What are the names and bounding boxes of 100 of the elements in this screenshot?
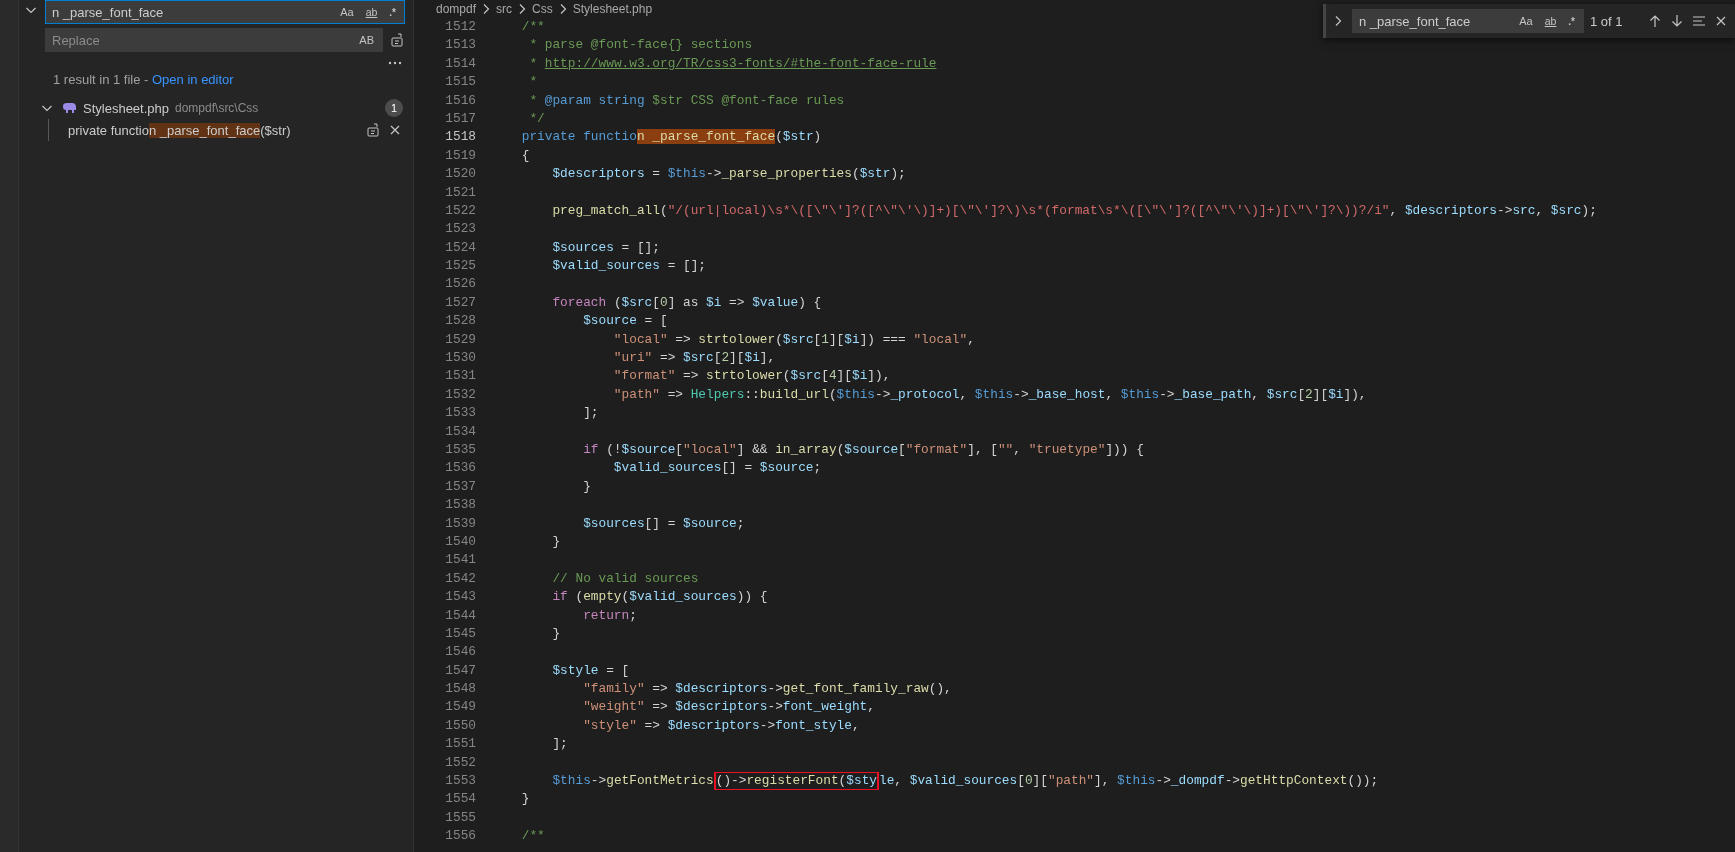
line-number: 1544 [444,606,476,625]
breadcrumb-item[interactable]: Css [532,2,553,16]
code-line: { [520,146,530,165]
line-number: 1523 [444,220,476,239]
code-line: */ [528,109,545,128]
code-line: ]; [551,735,568,754]
breadcrumb-item[interactable]: Stylesheet.php [572,2,653,16]
line-number: 1518 [444,128,476,147]
line-number: 1529 [444,330,476,349]
line-number: 1522 [444,201,476,220]
line-number: 1533 [444,404,476,423]
line-number: 1521 [444,183,476,202]
code-line: $valid_sources[] = $source; [612,459,822,478]
code-line: if (empty($valid_sources)) { [551,588,768,607]
code-line: } [551,624,561,643]
line-number: 1553 [444,772,476,790]
code-line: } [582,477,591,496]
code-line: $sources[] = $source; [582,514,745,533]
code-line: $descriptors = $this->_parse_properties($str); [551,165,906,184]
code-line: /** [520,827,545,846]
search-result-text[interactable]: private function _parse_font_face($str) [68,122,359,138]
line-number: 1541 [444,551,476,570]
search-option-toggle[interactable]: AB [355,32,378,48]
line-number: 1535 [444,441,476,459]
line-number: 1543 [444,588,476,607]
line-number: 1519 [444,146,476,165]
line-number: 1515 [444,73,476,92]
lines-icon[interactable] [1690,13,1707,29]
line-number: 1545 [444,624,476,643]
search-option-toggle[interactable]: Aa [336,4,358,20]
code-line: foreach ($src[0] as $i => $value) { [551,293,822,312]
results-summary: 1 result in 1 file - [53,72,150,87]
match-count: 1 of 1 [1590,13,1623,29]
line-number: 1556 [444,827,476,846]
line-number: 1531 [444,367,476,386]
code-line: * http://www.w3.org/TR/css3-fonts/#the-font-face-rule [528,54,937,73]
line-number: 1536 [444,459,476,478]
breadcrumb-item[interactable]: dompdf [436,2,477,16]
line-number: 1525 [444,257,476,276]
breadcrumb-item[interactable]: src [496,2,513,16]
line-number: 1534 [444,422,476,441]
line-number: 1554 [444,790,476,809]
line-number: 1540 [444,532,476,551]
code-line: $valid_sources = []; [551,257,707,276]
code-line: "family" => $descriptors->get_font_family_raw(), [582,680,952,699]
search-option-toggle[interactable]: ab [361,4,382,20]
code-line: private function _parse_font_face($str) [520,128,822,147]
code-line: return; [582,606,637,625]
search-option-toggle[interactable]: .* [385,4,400,20]
code-line: $sources = []; [551,238,660,257]
search-field[interactable]: n _parse_font_face Aa ab .* [45,0,405,24]
code-line: $source = [ [582,312,668,331]
line-number: 1532 [444,385,476,404]
search-option-toggle[interactable]: Aa [1515,13,1537,29]
replace-icon[interactable] [365,122,381,138]
code-line: "local" => strtolower($src[1][$i]) === "local", [612,330,975,349]
line-number: 1548 [444,680,476,699]
line-number: 1530 [444,349,476,368]
code-line: * parse @font-face{} sections [528,36,753,55]
search-option-toggle[interactable]: .* [1564,13,1579,29]
search-option-toggle[interactable]: ab [1540,13,1561,29]
line-number: 1537 [444,477,476,496]
line-number: 1538 [444,496,476,515]
file-path: dompdf\src\Css [175,101,259,115]
code-text: $this->getFontMetrics [551,772,714,790]
code-line: if (!$source["local"] && in_array($source["format"], ["", "truetype"])) { [582,441,1144,459]
line-number: 1547 [444,661,476,680]
line-number: 1555 [444,808,476,827]
line-number: 1527 [444,293,476,312]
line-number: 1517 [444,109,476,128]
code-line: "format" => strtolower($src[4][$i]), [612,367,891,386]
code-line: $style = [ [551,661,630,680]
line-number: 1524 [444,238,476,257]
line-number: 1539 [444,514,476,533]
line-number: 1526 [444,275,476,294]
line-number: 1552 [444,753,476,772]
replace-all-icon[interactable] [389,32,405,48]
line-number: 1516 [444,91,476,110]
line-number: 1550 [444,716,476,735]
find-field[interactable]: n _parse_font_face Aa ab .* [1352,9,1584,33]
line-number: 1520 [444,165,476,184]
code-line: * [528,73,538,92]
match-count-badge: 1 [385,99,403,117]
code-line: preg_match_all("/(url|local)\s*\([\"\']?([^\"\'\)]+)[\"\']?\)\s*(format\s*\([\"\']?([^\"\'\)]+)[\"\']?\))?/i", $descriptors->src, $src); [551,201,1597,220]
code-text: le, $valid_sources[0]["path"], $this->_dompdf->getHttpContext()); [879,772,1379,790]
code-line: ]; [582,404,599,423]
line-number: 1513 [444,36,476,55]
annotation-box: ()->registerFont($sty [713,772,879,791]
replace-field[interactable]: Replace AB [45,28,383,52]
code-line: "style" => $descriptors->font_style, [582,716,860,735]
elephant-icon [61,102,77,114]
code-line: // No valid sources [551,569,699,588]
code-line: "uri" => $src[2][$i], [612,349,776,368]
file-name[interactable]: Stylesheet.php [83,100,169,116]
line-number: 1542 [444,569,476,588]
line-number: 1512 [444,18,476,36]
open-in-editor-link[interactable]: Open in editor [152,72,234,87]
code-line: "path" => Helpers::build_url($this->_protocol, $this->_base_host, $this->_base_path, $src[2][$i]), [612,385,1367,404]
line-number: 1546 [444,643,476,662]
code-line: } [551,532,561,551]
